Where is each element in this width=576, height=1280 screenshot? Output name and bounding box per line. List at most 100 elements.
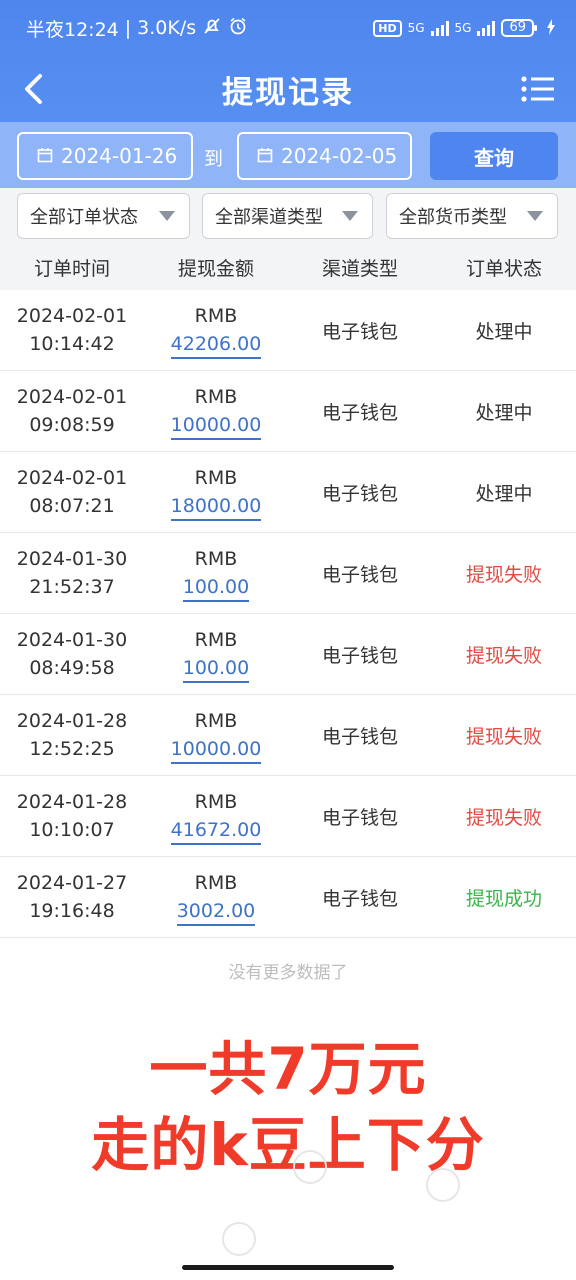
status-divider: | [124,17,132,39]
end-date-value: 2024-02-05 [281,144,398,168]
order-status: 提现失败 [465,563,542,586]
header-status: 订单状态 [465,257,542,280]
battery-level: 69 [501,19,537,37]
start-date-picker[interactable]: 2024-01-26 [17,132,193,180]
decorative-ring [426,1168,460,1202]
order-clock: 10:14:42 [29,333,115,355]
channel-type: 电子钱包 [321,401,398,424]
amount-link[interactable]: 100.00 [182,655,250,683]
decorative-ring [293,1150,327,1184]
status-bar: 半夜12:24 | 3.0K/s HD 5G 5G 69 [0,0,576,56]
amount-link[interactable]: 10000.00 [170,412,262,440]
order-status-select[interactable]: 全部订单状态 [17,193,190,239]
list-menu-icon[interactable] [520,72,556,106]
hd-badge: HD [373,19,402,37]
channel-type: 电子钱包 [321,563,398,586]
order-status: 提现失败 [465,644,542,667]
query-button[interactable]: 查询 [430,132,558,180]
back-arrow-icon[interactable] [20,72,50,106]
order-clock: 10:10:07 [29,819,115,841]
charging-icon [546,18,556,38]
amount-link[interactable]: 100.00 [182,574,250,602]
order-clock: 19:16:48 [29,900,115,922]
date-filter-bar: 2024-01-26 到 2024-02-05 查询 [0,122,576,188]
dropdown-arrow-icon [527,211,543,221]
amount-link[interactable]: 18000.00 [170,493,262,521]
table-row[interactable]: 2024-02-01 08:07:21 RMB 18000.00 电子钱包 处理中 [0,452,576,533]
currency-label: RMB [194,304,238,327]
order-status: 提现失败 [465,806,542,829]
channel-type-select[interactable]: 全部渠道类型 [202,193,373,239]
order-date: 2024-02-01 [16,386,128,408]
amount-cell: RMB 10000.00 [144,707,288,764]
amount-link[interactable]: 42206.00 [170,331,262,359]
overlay-caption-line-2: 走的k豆上下分 [91,1111,485,1179]
table-row[interactable]: 2024-02-01 10:14:42 RMB 42206.00 电子钱包 处理中 [0,290,576,371]
order-clock: 08:49:58 [29,657,115,679]
order-status: 处理中 [475,401,533,424]
dropdown-arrow-icon [342,211,358,221]
withdrawal-list: 2024-02-01 10:14:42 RMB 42206.00 电子钱包 处理中 … [0,290,576,938]
currency-type-value: 全部货币类型 [399,207,507,228]
table-row[interactable]: 2024-01-30 21:52:37 RMB 100.00 电子钱包 提现失败 [0,533,576,614]
order-date: 2024-01-30 [16,548,128,570]
order-time: 2024-01-30 21:52:37 [0,545,144,601]
order-time: 2024-02-01 09:08:59 [0,383,144,439]
dropdown-arrow-icon [159,211,175,221]
order-status: 提现失败 [465,725,542,748]
signal-icon-2 [477,20,496,36]
table-row[interactable]: 2024-01-27 19:16:48 RMB 3002.00 电子钱包 提现成功 [0,857,576,938]
order-date: 2024-02-01 [16,305,128,327]
order-date: 2024-01-27 [16,872,128,894]
order-time: 2024-01-28 12:52:25 [0,707,144,763]
currency-label: RMB [194,466,238,489]
start-date-value: 2024-01-26 [61,144,178,168]
table-row[interactable]: 2024-01-30 08:49:58 RMB 100.00 电子钱包 提现失败 [0,614,576,695]
channel-type: 电子钱包 [321,725,398,748]
table-row[interactable]: 2024-02-01 09:08:59 RMB 10000.00 电子钱包 处理中 [0,371,576,452]
amount-cell: RMB 42206.00 [144,302,288,359]
decorative-ring [222,1222,256,1256]
order-date: 2024-02-01 [16,467,128,489]
alarm-icon [228,16,248,41]
order-time: 2024-02-01 08:07:21 [0,464,144,520]
order-status: 提现成功 [465,887,542,910]
currency-label: RMB [194,385,238,408]
currency-label: RMB [194,547,238,570]
order-date: 2024-01-28 [16,710,128,732]
amount-cell: RMB 100.00 [144,545,288,602]
amount-cell: RMB 100.00 [144,626,288,683]
order-time: 2024-01-27 19:16:48 [0,869,144,925]
amount-link[interactable]: 41672.00 [170,817,262,845]
currency-label: RMB [194,709,238,732]
channel-type: 电子钱包 [321,320,398,343]
header-order-time: 订单时间 [33,257,110,280]
channel-type: 电子钱包 [321,482,398,505]
order-clock: 21:52:37 [29,576,115,598]
order-status: 处理中 [475,320,533,343]
currency-type-select[interactable]: 全部货币类型 [386,193,558,239]
currency-label: RMB [194,790,238,813]
amount-cell: RMB 3002.00 [144,869,288,926]
end-date-picker[interactable]: 2024-02-05 [237,132,412,180]
status-time: 半夜12:24 [26,18,119,41]
amount-link[interactable]: 3002.00 [176,898,256,926]
channel-type-value: 全部渠道类型 [215,207,323,228]
calendar-icon [257,144,273,168]
header-amount: 提现金额 [177,257,254,280]
home-indicator[interactable] [182,1265,394,1270]
order-clock: 09:08:59 [29,414,115,436]
header-channel: 渠道类型 [321,257,398,280]
amount-cell: RMB 10000.00 [144,383,288,440]
table-row[interactable]: 2024-01-28 10:10:07 RMB 41672.00 电子钱包 提现失败 [0,776,576,857]
calendar-icon [37,144,53,168]
currency-label: RMB [194,628,238,651]
date-range-separator: 到 [204,148,224,170]
order-clock: 08:07:21 [29,495,115,517]
net-label-2: 5G [454,21,472,35]
currency-label: RMB [194,871,238,894]
table-row[interactable]: 2024-01-28 12:52:25 RMB 10000.00 电子钱包 提现失败 [0,695,576,776]
amount-link[interactable]: 10000.00 [170,736,262,764]
no-more-data-text: 没有更多数据了 [228,963,348,983]
signal-icon [430,20,449,36]
